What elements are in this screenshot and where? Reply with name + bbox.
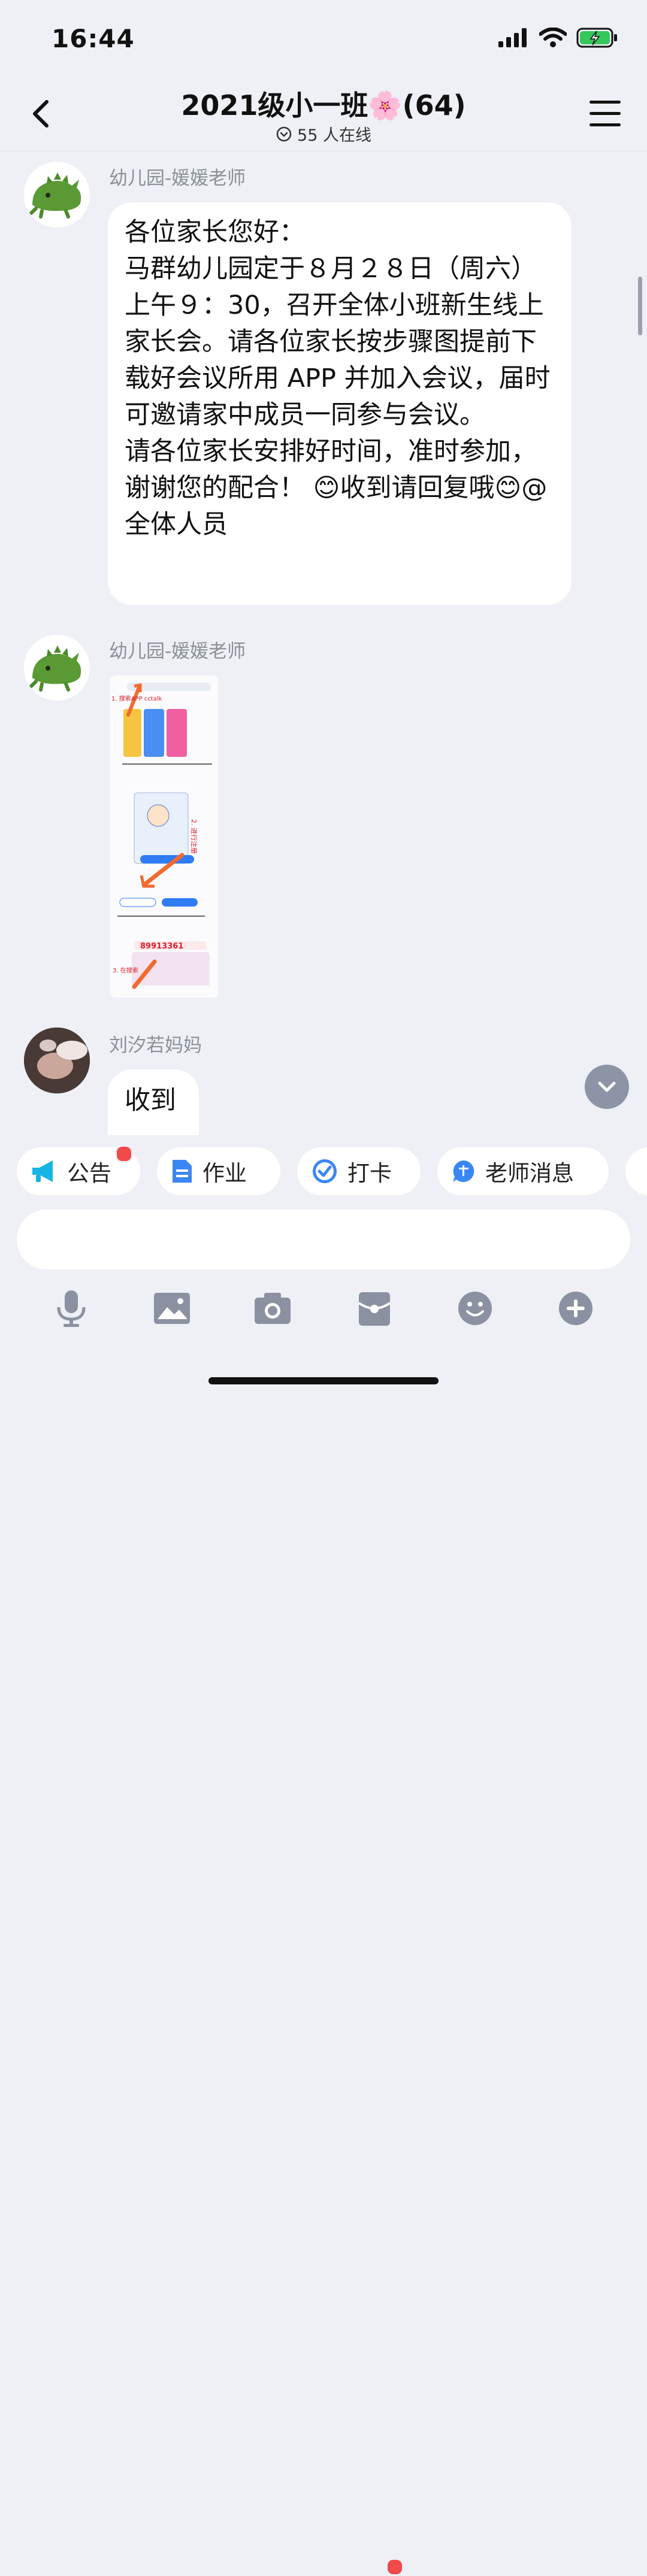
homework-button[interactable]: 作业 (157, 1147, 280, 1195)
input-toolbar (0, 1281, 647, 2576)
home-indicator (208, 1377, 439, 1384)
step1-label: 1. 搜索APP cctalk (111, 695, 162, 702)
group-title: 2021级小一班🌸(64) (181, 89, 466, 122)
checkin-button[interactable]: 打卡 (297, 1147, 421, 1195)
wifi-icon (539, 28, 567, 47)
battery-charging-icon (576, 28, 617, 48)
announcement-label: 公告 (67, 1160, 111, 1186)
teacher-message-button[interactable]: 老师消息 (437, 1147, 609, 1195)
status-time: 16:44 (52, 24, 135, 53)
red-packet-button[interactable] (353, 1287, 395, 1329)
sender-name: 幼儿园-媛媛老师 (109, 168, 246, 189)
chevron-down-circle-icon (276, 126, 292, 141)
message-bubble[interactable]: 收到 (108, 1069, 199, 1135)
dinosaur-avatar-icon (29, 645, 81, 692)
cellular-signal-icon (498, 28, 527, 47)
message-input[interactable] (17, 1210, 630, 1269)
step2-label: 2. 进行注册 (190, 819, 198, 854)
more-button[interactable] (555, 1287, 597, 1329)
message-bubble[interactable]: 各位家长您好： 马群幼儿园定于８月２８日（周六）上午９：30，召开全体小班新生线… (108, 202, 572, 605)
status-bar: 16:44 (0, 0, 647, 78)
menu-icon[interactable] (589, 101, 621, 127)
more-actions-chip[interactable] (625, 1147, 647, 1195)
sender-name: 幼儿园-媛媛老师 (109, 641, 246, 662)
teacher-message-label: 老师消息 (485, 1160, 574, 1186)
voice-button[interactable] (50, 1287, 92, 1329)
red-packet-icon (358, 1292, 391, 1326)
microphone-icon (57, 1290, 86, 1327)
chevron-down-icon (598, 1081, 616, 1092)
notification-dot (115, 1145, 133, 1163)
avatar[interactable] (24, 1028, 90, 1093)
scrollbar[interactable] (638, 277, 642, 335)
emoji-icon (458, 1292, 492, 1325)
camera-icon (255, 1293, 291, 1324)
image-button[interactable] (151, 1287, 193, 1329)
quick-actions-bar: 公告 作业 打卡 老师消息 (0, 1135, 647, 1210)
chat-header: 2021级小一班🌸(64) 55 人在线 (0, 78, 647, 150)
step3-label: 3. 在搜索 (113, 966, 138, 974)
notification-dot (386, 2558, 404, 2576)
emoji-button[interactable] (454, 1287, 496, 1329)
checkin-label: 打卡 (347, 1160, 392, 1186)
document-icon (173, 1160, 192, 1183)
megaphone-icon (32, 1160, 53, 1182)
sender-name: 刘汐若妈妈 (109, 1035, 202, 1056)
instruction-image[interactable]: 1. 搜索APP cctalk 2. 进行注册 89913361 3. 在搜索 (110, 675, 218, 998)
teacher-icon (453, 1160, 474, 1182)
meeting-code: 89913361 (140, 942, 183, 951)
avatar[interactable] (24, 635, 90, 701)
scroll-to-bottom-button[interactable] (585, 1065, 629, 1109)
dinosaur-avatar-icon (29, 172, 81, 219)
online-count-label: 55 人在线 (297, 126, 371, 145)
plus-circle-icon (559, 1292, 592, 1325)
avatar[interactable] (24, 162, 90, 228)
user-photo-avatar-icon (24, 1028, 90, 1093)
camera-button[interactable] (252, 1287, 294, 1329)
online-count[interactable]: 55 人在线 (0, 122, 647, 146)
homework-label: 作业 (202, 1160, 247, 1186)
picture-icon (154, 1293, 190, 1324)
checkin-icon (313, 1159, 337, 1183)
